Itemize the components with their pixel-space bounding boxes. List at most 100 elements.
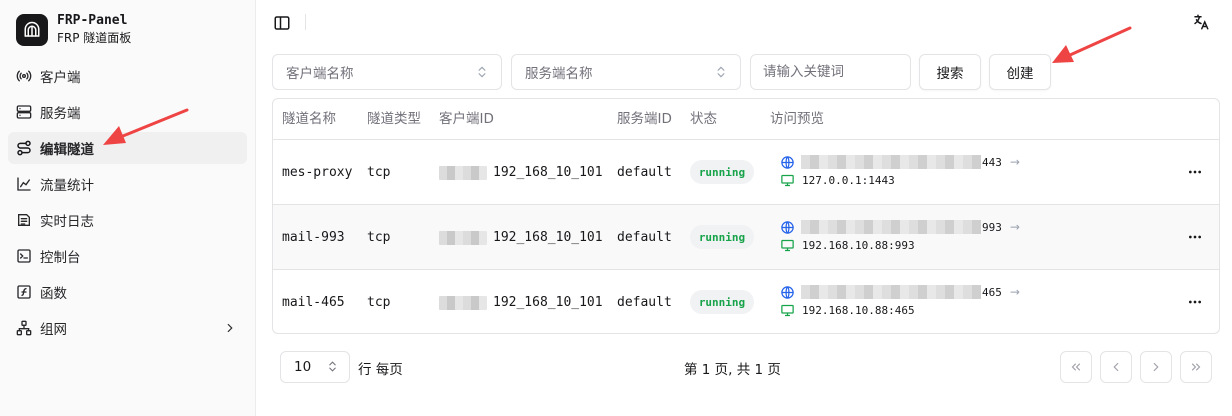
table-row[interactable]: mes-proxy tcp 192_168_10_101 default run… <box>273 140 1219 205</box>
sidebar-item-label: 流量统计 <box>40 178 94 194</box>
more-horizontal-icon <box>1189 170 1201 174</box>
sidebar-toggle-button[interactable] <box>272 13 292 33</box>
sidebar-item-label: 服务端 <box>40 106 81 122</box>
globe-icon <box>779 219 795 235</box>
language-toggle-button[interactable] <box>1191 12 1211 32</box>
column-header: 客户端ID <box>439 111 494 127</box>
table-header: 隧道名称 隧道类型 客户端ID 服务端ID 状态 访问预览 <box>273 99 1219 140</box>
route-icon <box>16 140 32 156</box>
translate-icon <box>1194 14 1209 30</box>
rows-per-page-label: 行 每页 <box>358 362 403 378</box>
network-icon <box>16 320 32 336</box>
topbar-divider <box>305 14 306 30</box>
first-page-button[interactable] <box>1060 351 1092 383</box>
client-select-placeholder: 客户端名称 <box>286 66 354 82</box>
panel-left-icon <box>274 16 290 30</box>
brand[interactable]: FRP-Panel FRP 隧道面板 <box>16 13 131 46</box>
tunnel-type: tcp <box>367 230 391 245</box>
column-header: 服务端ID <box>617 111 672 127</box>
sidebar-item-networking[interactable]: 组网 <box>8 312 247 344</box>
column-header: 访问预览 <box>770 111 824 127</box>
prev-page-button[interactable] <box>1100 351 1132 383</box>
search-button[interactable]: 搜索 <box>919 54 981 90</box>
sidebar-item-label: 控制台 <box>40 250 81 266</box>
brand-logo-icon <box>16 13 48 46</box>
chevron-right-icon <box>1153 362 1159 372</box>
sidebar-item-traffic-stats[interactable]: 流量统计 <box>8 168 247 200</box>
sidebar-item-label: 函数 <box>40 286 67 302</box>
globe-icon <box>779 154 795 170</box>
tunnel-name: mes-proxy <box>282 165 353 180</box>
last-page-button[interactable] <box>1180 351 1212 383</box>
brand-name: FRP-Panel <box>57 13 128 28</box>
sidebar-item-console[interactable]: 控制台 <box>8 240 247 272</box>
annotation-arrow <box>1052 26 1132 63</box>
server-select[interactable]: 服务端名称 <box>511 54 741 90</box>
server-id: default <box>617 165 672 180</box>
chevrons-right-icon <box>1191 363 1201 371</box>
table-row[interactable]: mail-465 tcp 192_168_10_101 default runn… <box>273 270 1219 333</box>
chevrons-up-down-icon <box>326 360 339 377</box>
redacted-prefix <box>439 295 487 310</box>
remote-address[interactable]: 443 → <box>779 154 1020 170</box>
next-page-button[interactable] <box>1140 351 1172 383</box>
remote-address[interactable]: 993 → <box>779 219 1020 235</box>
sidebar-item-label: 客户端 <box>40 70 81 86</box>
globe-icon <box>779 284 795 300</box>
row-actions-button[interactable] <box>1184 162 1206 182</box>
sidebar-item-realtime-logs[interactable]: 实时日志 <box>8 204 247 236</box>
server-icon <box>16 104 32 120</box>
terminal-icon <box>16 248 32 264</box>
monitor-icon <box>779 302 795 318</box>
column-header: 状态 <box>690 111 717 127</box>
redacted-host <box>801 155 981 169</box>
local-address: 127.0.0.1:1443 <box>779 172 895 188</box>
status-badge: running <box>690 225 754 249</box>
client-select[interactable]: 客户端名称 <box>272 54 502 90</box>
server-select-placeholder: 服务端名称 <box>525 66 593 82</box>
sidebar-item-functions[interactable]: 函数 <box>8 276 247 308</box>
column-header: 隧道类型 <box>367 111 421 127</box>
page-size-select[interactable]: 10 <box>280 351 350 383</box>
sidebar-item-label: 实时日志 <box>40 214 94 230</box>
access-preview: 993 → 192.168.10.88:993 <box>779 205 1079 270</box>
create-button[interactable]: 创建 <box>989 54 1051 90</box>
row-actions-button[interactable] <box>1184 227 1206 247</box>
status-badge: running <box>690 160 754 184</box>
local-address: 192.168.10.88:465 <box>779 302 915 318</box>
access-preview: 443 → 127.0.0.1:1443 <box>779 140 1079 205</box>
chart-icon <box>16 176 32 192</box>
arrow-right-icon: → <box>1009 155 1020 169</box>
remote-address[interactable]: 465 → <box>779 284 1020 300</box>
sidebar-item-servers[interactable]: 服务端 <box>8 96 247 128</box>
more-horizontal-icon <box>1189 300 1201 304</box>
row-actions-button[interactable] <box>1184 292 1206 312</box>
client-id: 192_168_10_101 <box>439 270 603 333</box>
radio-icon <box>16 68 32 84</box>
redacted-host <box>801 285 981 299</box>
table-row[interactable]: mail-993 tcp 192_168_10_101 default runn… <box>273 205 1219 270</box>
brand-subtitle: FRP 隧道面板 <box>57 31 132 45</box>
sidebar-nav: 客户端 服务端 编辑隧道 流量统计 实时日志 控制台 函数 组网 <box>8 60 247 348</box>
local-address: 192.168.10.88:993 <box>779 237 915 253</box>
monitor-icon <box>779 172 795 188</box>
server-id: default <box>617 295 672 310</box>
sidebar-item-label: 组网 <box>40 322 67 338</box>
keyword-input[interactable] <box>750 54 911 90</box>
chevrons-left-icon <box>1071 363 1081 371</box>
column-header: 隧道名称 <box>282 111 336 127</box>
tunnel-name: mail-993 <box>282 230 345 245</box>
chevrons-up-down-icon <box>475 65 489 83</box>
arrow-right-icon: → <box>1009 285 1020 299</box>
client-id: 192_168_10_101 <box>439 140 603 205</box>
log-icon <box>16 212 32 228</box>
more-horizontal-icon <box>1189 235 1201 239</box>
tunnel-type: tcp <box>367 165 391 180</box>
redacted-host <box>801 220 981 234</box>
sidebar-item-label: 编辑隧道 <box>40 142 94 158</box>
sidebar-item-edit-tunnels[interactable]: 编辑隧道 <box>8 132 247 164</box>
tunnel-table: 隧道名称 隧道类型 客户端ID 服务端ID 状态 访问预览 mes-proxy … <box>272 98 1220 334</box>
sidebar: FRP-Panel FRP 隧道面板 客户端 服务端 编辑隧道 流量统计 实时日… <box>0 0 256 416</box>
server-id: default <box>617 230 672 245</box>
sidebar-item-clients[interactable]: 客户端 <box>8 60 247 92</box>
